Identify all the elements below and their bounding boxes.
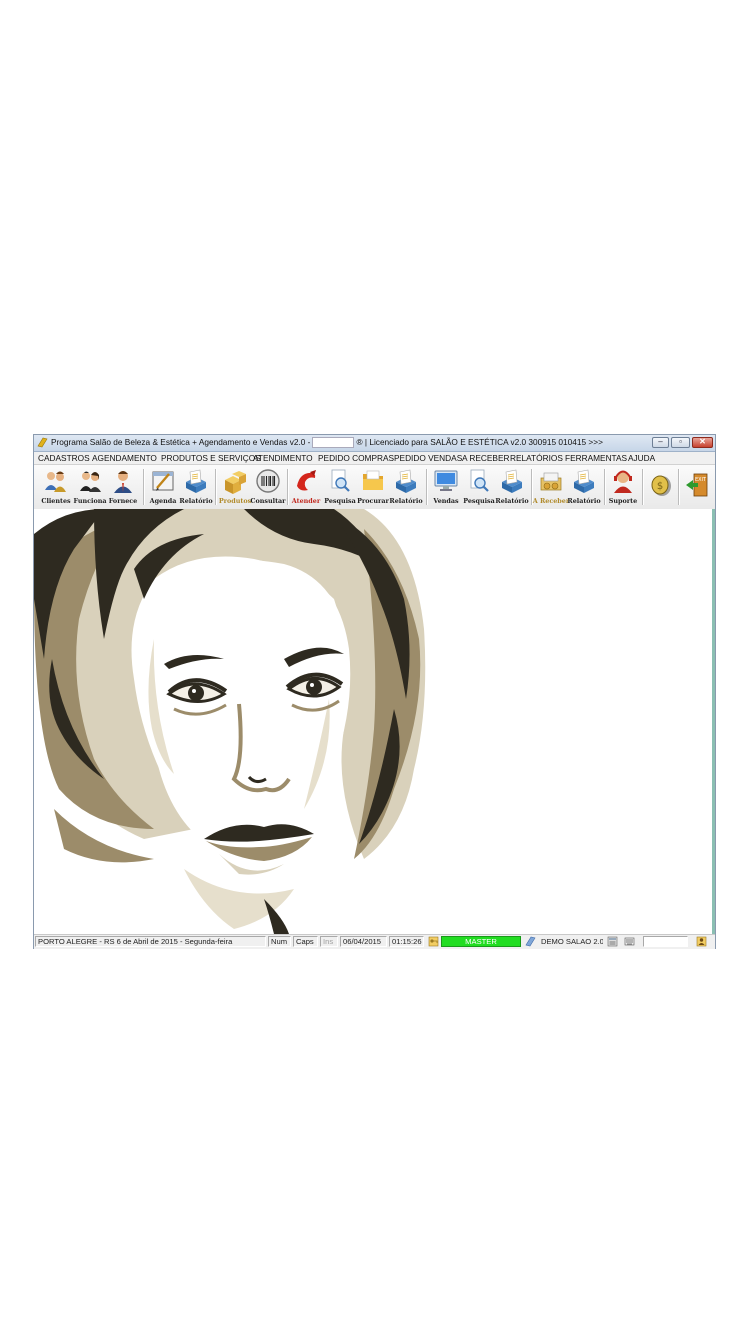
salon-woman-artwork: [34, 509, 426, 934]
menu-agendamento[interactable]: AGENDAMENTO: [92, 453, 157, 463]
toolbar-relatorio-button[interactable]: Relatório: [495, 468, 529, 506]
exit-icon: EXIT: [686, 473, 708, 497]
toolbar-clientes-button[interactable]: Clientes: [39, 468, 73, 506]
search-doc-icon: [331, 469, 350, 492]
coin-icon: $: [651, 475, 671, 496]
calculator-icon[interactable]: [607, 936, 618, 947]
schedule-icon: [152, 471, 174, 491]
status-user-icon[interactable]: [696, 936, 707, 947]
clients-icon: [45, 471, 66, 492]
attend-icon: [297, 470, 316, 491]
toolbar-atender-button[interactable]: Atender: [289, 468, 323, 506]
window-title: Programa Salão de Beleza & Estética + Ag…: [51, 437, 603, 449]
barcode-icon: [256, 469, 280, 493]
title-blank-field: [312, 437, 355, 449]
status-location-date: PORTO ALEGRE - RS 6 de Abril de 2015 - S…: [35, 936, 266, 947]
status-bar: PORTO ALEGRE - RS 6 de Abril de 2015 - S…: [34, 934, 715, 949]
report-icon: [396, 469, 416, 493]
report-icon: [502, 469, 522, 493]
monitor-icon: [434, 470, 458, 491]
menu-a-receber[interactable]: A RECEBER: [462, 453, 510, 463]
status-time: 01:15:26: [389, 936, 424, 947]
menu-bar: CADASTROS AGENDAMENTO PRODUTOS E SERVIÇO…: [34, 452, 715, 464]
app-logo-icon: [37, 437, 48, 448]
keyboard-icon[interactable]: [624, 936, 635, 947]
company-icon: [525, 936, 536, 947]
toolbar-relatorio-button[interactable]: Relatório: [179, 468, 213, 506]
status-empty-field[interactable]: [643, 936, 688, 947]
restore-button[interactable]: ▫: [671, 437, 690, 448]
employees-icon: [80, 471, 101, 492]
toolbar-exit-button[interactable]: EXIT: [680, 468, 714, 506]
toolbar-relatorio-button[interactable]: Relatório: [567, 468, 601, 506]
close-button[interactable]: ✕: [692, 437, 713, 448]
user-key-icon: [428, 936, 439, 947]
main-workspace: [34, 509, 715, 934]
receivables-icon: [540, 472, 562, 491]
svg-text:EXIT: EXIT: [695, 477, 707, 483]
menu-cadastros[interactable]: CADASTROS: [38, 453, 90, 463]
menu-ajuda[interactable]: AJUDA: [628, 453, 655, 463]
status-company: DEMO SALAO 2.0: [541, 937, 604, 946]
toolbar-suporte-button[interactable]: Suporte: [606, 468, 640, 506]
search-doc-icon: [470, 469, 489, 492]
menu-ferramentas[interactable]: FERRAMENTAS: [565, 453, 627, 463]
menu-produtos-servicos[interactable]: PRODUTOS E SERVIÇOS: [161, 453, 261, 463]
suppliers-icon: [114, 471, 132, 493]
support-icon: [614, 470, 632, 493]
toolbar-fornecedores-button[interactable]: Fornece: [106, 468, 140, 506]
svg-text:$: $: [657, 481, 663, 492]
status-insert: Ins: [320, 936, 338, 947]
report-icon: [186, 469, 206, 493]
status-date: 06/04/2015: [340, 936, 387, 947]
menu-pedido-vendas[interactable]: PEDIDO VENDAS: [394, 453, 462, 463]
report-icon: [574, 469, 594, 493]
status-user-badge: MASTER: [441, 936, 521, 947]
status-caps-lock: Caps: [293, 936, 318, 947]
menu-relatorios[interactable]: RELATÓRIOS: [510, 453, 563, 463]
minimize-button[interactable]: –: [652, 437, 669, 448]
toolbar: Clientes Funciona Fornece Agenda Relatór…: [34, 464, 715, 510]
toolbar-consultar-button[interactable]: Consultar: [250, 468, 286, 506]
folder-icon: [363, 470, 383, 490]
products-icon: [225, 471, 246, 494]
title-bar[interactable]: Programa Salão de Beleza & Estética + Ag…: [34, 435, 715, 452]
menu-pedido-compras[interactable]: PEDIDO COMPRAS: [318, 453, 394, 463]
toolbar-coin-button[interactable]: $: [644, 468, 678, 506]
status-num-lock: Num: [268, 936, 291, 947]
right-edge-border: [712, 509, 715, 934]
toolbar-relatorio-button[interactable]: Relatório: [389, 468, 423, 506]
app-window: Programa Salão de Beleza & Estética + Ag…: [33, 434, 716, 949]
menu-atendimento[interactable]: ATENDIMENTO: [253, 453, 313, 463]
